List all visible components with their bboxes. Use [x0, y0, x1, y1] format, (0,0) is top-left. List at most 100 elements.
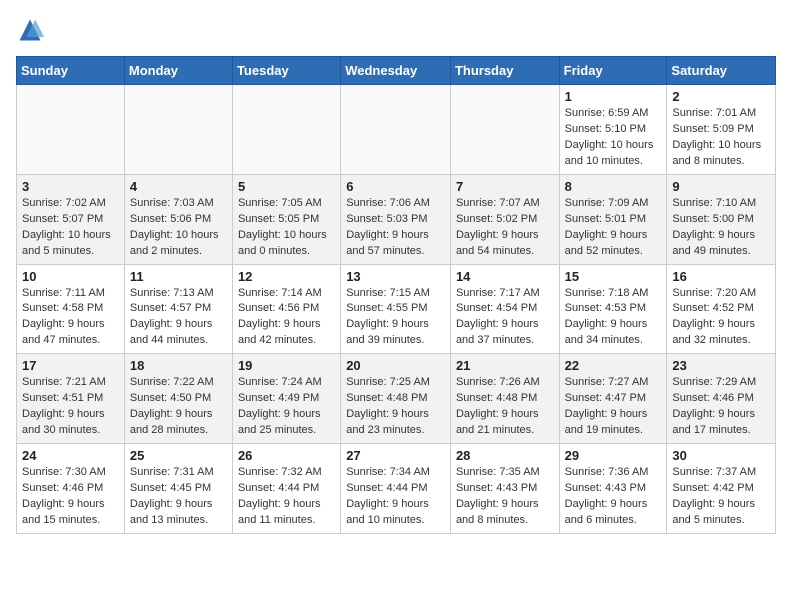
- day-info: Sunrise: 7:02 AM Sunset: 5:07 PM Dayligh…: [22, 196, 119, 260]
- calendar-week-row: 17 Sunrise: 7:21 AM Sunset: 4:51 PM Dayli…: [17, 354, 776, 444]
- day-info: Sunrise: 7:25 AM Sunset: 4:48 PM Dayligh…: [346, 375, 445, 439]
- day-number: 15: [565, 269, 662, 284]
- day-number: 29: [565, 448, 662, 463]
- day-info: Sunrise: 7:09 AM Sunset: 5:01 PM Dayligh…: [565, 196, 662, 260]
- day-number: 19: [238, 358, 335, 373]
- day-info: Sunrise: 7:35 AM Sunset: 4:43 PM Dayligh…: [456, 465, 554, 529]
- col-header-thursday: Thursday: [450, 57, 559, 85]
- day-info: Sunrise: 7:01 AM Sunset: 5:09 PM Dayligh…: [672, 106, 770, 170]
- day-info: Sunrise: 7:10 AM Sunset: 5:00 PM Dayligh…: [672, 196, 770, 260]
- day-info: Sunrise: 7:14 AM Sunset: 4:56 PM Dayligh…: [238, 286, 335, 350]
- day-info: Sunrise: 7:05 AM Sunset: 5:05 PM Dayligh…: [238, 196, 335, 260]
- day-info: Sunrise: 7:30 AM Sunset: 4:46 PM Dayligh…: [22, 465, 119, 529]
- day-number: 13: [346, 269, 445, 284]
- calendar-day: 22 Sunrise: 7:27 AM Sunset: 4:47 PM Dayli…: [559, 354, 667, 444]
- day-number: 23: [672, 358, 770, 373]
- day-number: 22: [565, 358, 662, 373]
- day-info: Sunrise: 7:20 AM Sunset: 4:52 PM Dayligh…: [672, 286, 770, 350]
- day-info: Sunrise: 7:32 AM Sunset: 4:44 PM Dayligh…: [238, 465, 335, 529]
- day-info: Sunrise: 7:27 AM Sunset: 4:47 PM Dayligh…: [565, 375, 662, 439]
- day-info: Sunrise: 7:36 AM Sunset: 4:43 PM Dayligh…: [565, 465, 662, 529]
- day-info: Sunrise: 7:37 AM Sunset: 4:42 PM Dayligh…: [672, 465, 770, 529]
- day-info: Sunrise: 6:59 AM Sunset: 5:10 PM Dayligh…: [565, 106, 662, 170]
- calendar-week-row: 24Sunrise: 7:30 AM Sunset: 4:46 PM Dayli…: [17, 444, 776, 534]
- day-info: Sunrise: 7:11 AM Sunset: 4:58 PM Dayligh…: [22, 286, 119, 350]
- day-info: Sunrise: 7:15 AM Sunset: 4:55 PM Dayligh…: [346, 286, 445, 350]
- calendar-day: 11Sunrise: 7:13 AM Sunset: 4:57 PM Dayli…: [124, 264, 232, 354]
- day-number: 4: [130, 179, 227, 194]
- col-header-monday: Monday: [124, 57, 232, 85]
- page-header: [16, 16, 776, 44]
- calendar-day: 28 Sunrise: 7:35 AM Sunset: 4:43 PM Dayli…: [450, 444, 559, 534]
- day-info: Sunrise: 7:29 AM Sunset: 4:46 PM Dayligh…: [672, 375, 770, 439]
- col-header-saturday: Saturday: [667, 57, 776, 85]
- calendar-day: 20 Sunrise: 7:25 AM Sunset: 4:48 PM Dayli…: [341, 354, 451, 444]
- day-number: 18: [130, 358, 227, 373]
- calendar-day: 6 Sunrise: 7:06 AM Sunset: 5:03 PM Daylig…: [341, 174, 451, 264]
- calendar-day: [124, 85, 232, 175]
- day-number: 16: [672, 269, 770, 284]
- day-info: Sunrise: 7:17 AM Sunset: 4:54 PM Dayligh…: [456, 286, 554, 350]
- day-number: 2: [672, 89, 770, 104]
- col-header-sunday: Sunday: [17, 57, 125, 85]
- day-info: Sunrise: 7:21 AM Sunset: 4:51 PM Dayligh…: [22, 375, 119, 439]
- calendar-day: 15 Sunrise: 7:18 AM Sunset: 4:53 PM Dayli…: [559, 264, 667, 354]
- calendar-day: 23 Sunrise: 7:29 AM Sunset: 4:46 PM Dayli…: [667, 354, 776, 444]
- calendar-header-row: SundayMondayTuesdayWednesdayThursdayFrid…: [17, 57, 776, 85]
- calendar-day: 19 Sunrise: 7:24 AM Sunset: 4:49 PM Dayli…: [232, 354, 340, 444]
- calendar-day: 27Sunrise: 7:34 AM Sunset: 4:44 PM Dayli…: [341, 444, 451, 534]
- calendar-day: 16 Sunrise: 7:20 AM Sunset: 4:52 PM Dayli…: [667, 264, 776, 354]
- day-number: 6: [346, 179, 445, 194]
- day-number: 17: [22, 358, 119, 373]
- day-info: Sunrise: 7:03 AM Sunset: 5:06 PM Dayligh…: [130, 196, 227, 260]
- calendar-day: 5 Sunrise: 7:05 AM Sunset: 5:05 PM Daylig…: [232, 174, 340, 264]
- calendar-table: SundayMondayTuesdayWednesdayThursdayFrid…: [16, 56, 776, 534]
- day-number: 5: [238, 179, 335, 194]
- calendar-week-row: 1 Sunrise: 6:59 AM Sunset: 5:10 PM Daylig…: [17, 85, 776, 175]
- calendar-day: 12 Sunrise: 7:14 AM Sunset: 4:56 PM Dayli…: [232, 264, 340, 354]
- day-info: Sunrise: 7:24 AM Sunset: 4:49 PM Dayligh…: [238, 375, 335, 439]
- calendar-day: 8 Sunrise: 7:09 AM Sunset: 5:01 PM Daylig…: [559, 174, 667, 264]
- calendar-day: 30 Sunrise: 7:37 AM Sunset: 4:42 PM Dayli…: [667, 444, 776, 534]
- logo-icon: [16, 16, 44, 44]
- calendar-day: 26 Sunrise: 7:32 AM Sunset: 4:44 PM Dayli…: [232, 444, 340, 534]
- day-number: 3: [22, 179, 119, 194]
- day-number: 7: [456, 179, 554, 194]
- calendar-day: 24Sunrise: 7:30 AM Sunset: 4:46 PM Dayli…: [17, 444, 125, 534]
- day-info: Sunrise: 7:06 AM Sunset: 5:03 PM Dayligh…: [346, 196, 445, 260]
- calendar-day: [450, 85, 559, 175]
- calendar-week-row: 3 Sunrise: 7:02 AM Sunset: 5:07 PM Daylig…: [17, 174, 776, 264]
- day-number: 20: [346, 358, 445, 373]
- day-number: 8: [565, 179, 662, 194]
- day-info: Sunrise: 7:31 AM Sunset: 4:45 PM Dayligh…: [130, 465, 227, 529]
- calendar-day: [341, 85, 451, 175]
- calendar-day: 14 Sunrise: 7:17 AM Sunset: 4:54 PM Dayli…: [450, 264, 559, 354]
- day-number: 26: [238, 448, 335, 463]
- calendar-day: 13 Sunrise: 7:15 AM Sunset: 4:55 PM Dayli…: [341, 264, 451, 354]
- day-number: 1: [565, 89, 662, 104]
- calendar-day: [17, 85, 125, 175]
- day-info: Sunrise: 7:07 AM Sunset: 5:02 PM Dayligh…: [456, 196, 554, 260]
- day-number: 27: [346, 448, 445, 463]
- day-info: Sunrise: 7:18 AM Sunset: 4:53 PM Dayligh…: [565, 286, 662, 350]
- day-number: 25: [130, 448, 227, 463]
- logo: [16, 16, 48, 44]
- calendar-day: 1 Sunrise: 6:59 AM Sunset: 5:10 PM Daylig…: [559, 85, 667, 175]
- calendar-day: 10Sunrise: 7:11 AM Sunset: 4:58 PM Dayli…: [17, 264, 125, 354]
- calendar-day: [232, 85, 340, 175]
- calendar-day: 25 Sunrise: 7:31 AM Sunset: 4:45 PM Dayli…: [124, 444, 232, 534]
- calendar-day: 3 Sunrise: 7:02 AM Sunset: 5:07 PM Daylig…: [17, 174, 125, 264]
- col-header-wednesday: Wednesday: [341, 57, 451, 85]
- day-number: 28: [456, 448, 554, 463]
- day-info: Sunrise: 7:22 AM Sunset: 4:50 PM Dayligh…: [130, 375, 227, 439]
- calendar-day: 29 Sunrise: 7:36 AM Sunset: 4:43 PM Dayli…: [559, 444, 667, 534]
- col-header-tuesday: Tuesday: [232, 57, 340, 85]
- day-number: 30: [672, 448, 770, 463]
- calendar-day: 17 Sunrise: 7:21 AM Sunset: 4:51 PM Dayli…: [17, 354, 125, 444]
- calendar-day: 18 Sunrise: 7:22 AM Sunset: 4:50 PM Dayli…: [124, 354, 232, 444]
- day-number: 14: [456, 269, 554, 284]
- day-number: 12: [238, 269, 335, 284]
- day-info: Sunrise: 7:13 AM Sunset: 4:57 PM Dayligh…: [130, 286, 227, 350]
- day-number: 21: [456, 358, 554, 373]
- calendar-day: 4 Sunrise: 7:03 AM Sunset: 5:06 PM Daylig…: [124, 174, 232, 264]
